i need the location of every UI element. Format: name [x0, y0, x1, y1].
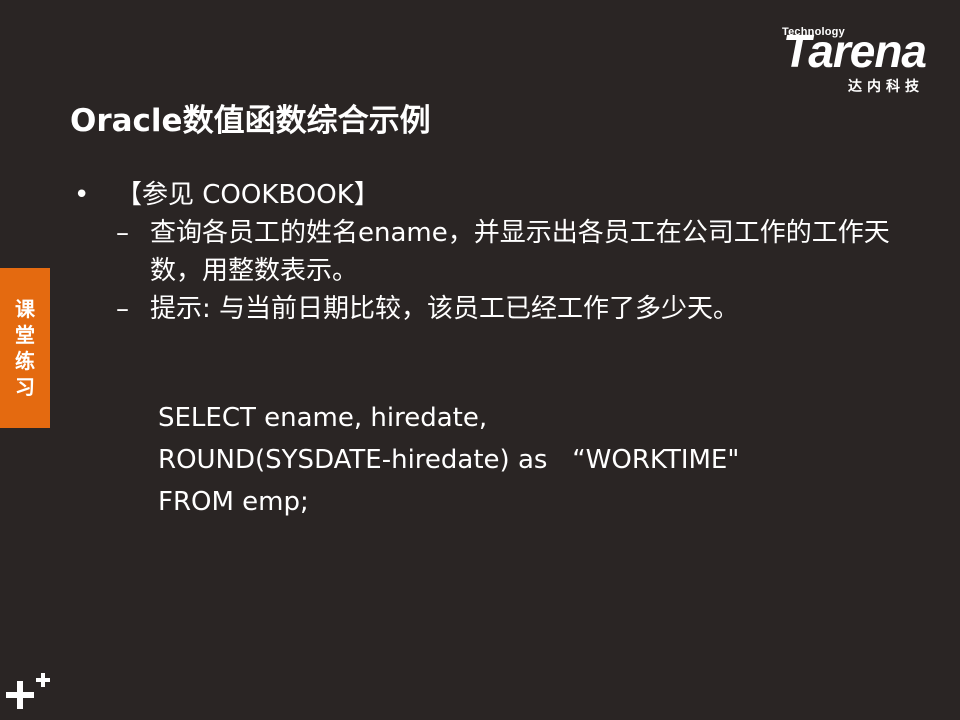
code-line: ROUND(SYSDATE-hiredate) as “WORKTIME": [158, 445, 740, 475]
side-tab-exercise: 课 堂 练 习: [0, 268, 50, 428]
tarena-logo: Technology Tarena 达内科技: [736, 25, 927, 96]
code-line: SELECT ename, hiredate,: [158, 403, 488, 433]
sub-item-text: 查询各员工的姓名ename，并显示出各员工在公司工作的工作天数，用整数表示。: [150, 218, 890, 286]
logo-chinese-text: 达内科技: [848, 79, 924, 95]
dash-marker: –: [116, 218, 129, 248]
sub-item: – 查询各员工的姓名ename，并显示出各员工在公司工作的工作天数，用整数表示。: [116, 214, 914, 290]
sub-item-text: 提示: 与当前日期比较，该员工已经工作了多少天。: [150, 294, 740, 324]
dash-marker: –: [116, 294, 129, 324]
code-line: FROM emp;: [158, 487, 309, 517]
sub-item: – 提示: 与当前日期比较，该员工已经工作了多少天。: [116, 290, 914, 328]
slide-body: • 【参见 COOKBOOK】 – 查询各员工的姓名ename，并显示出各员工在…: [74, 176, 914, 328]
sql-code-block: SELECT ename, hiredate, ROUND(SYSDATE-hi…: [158, 397, 739, 523]
plus-icon: [6, 672, 52, 712]
side-tab-char: 习: [15, 375, 35, 399]
logo-brand-text: Tarena: [782, 25, 927, 77]
bullet-item: • 【参见 COOKBOOK】: [74, 176, 914, 214]
side-tab-char: 课: [15, 297, 35, 321]
side-tab-char: 堂: [15, 323, 35, 347]
slide-title: Oracle数值函数综合示例: [70, 103, 431, 139]
bullet-marker: •: [74, 180, 90, 210]
side-tab-char: 练: [15, 349, 35, 373]
bullet-text: 【参见 COOKBOOK】: [116, 180, 380, 210]
